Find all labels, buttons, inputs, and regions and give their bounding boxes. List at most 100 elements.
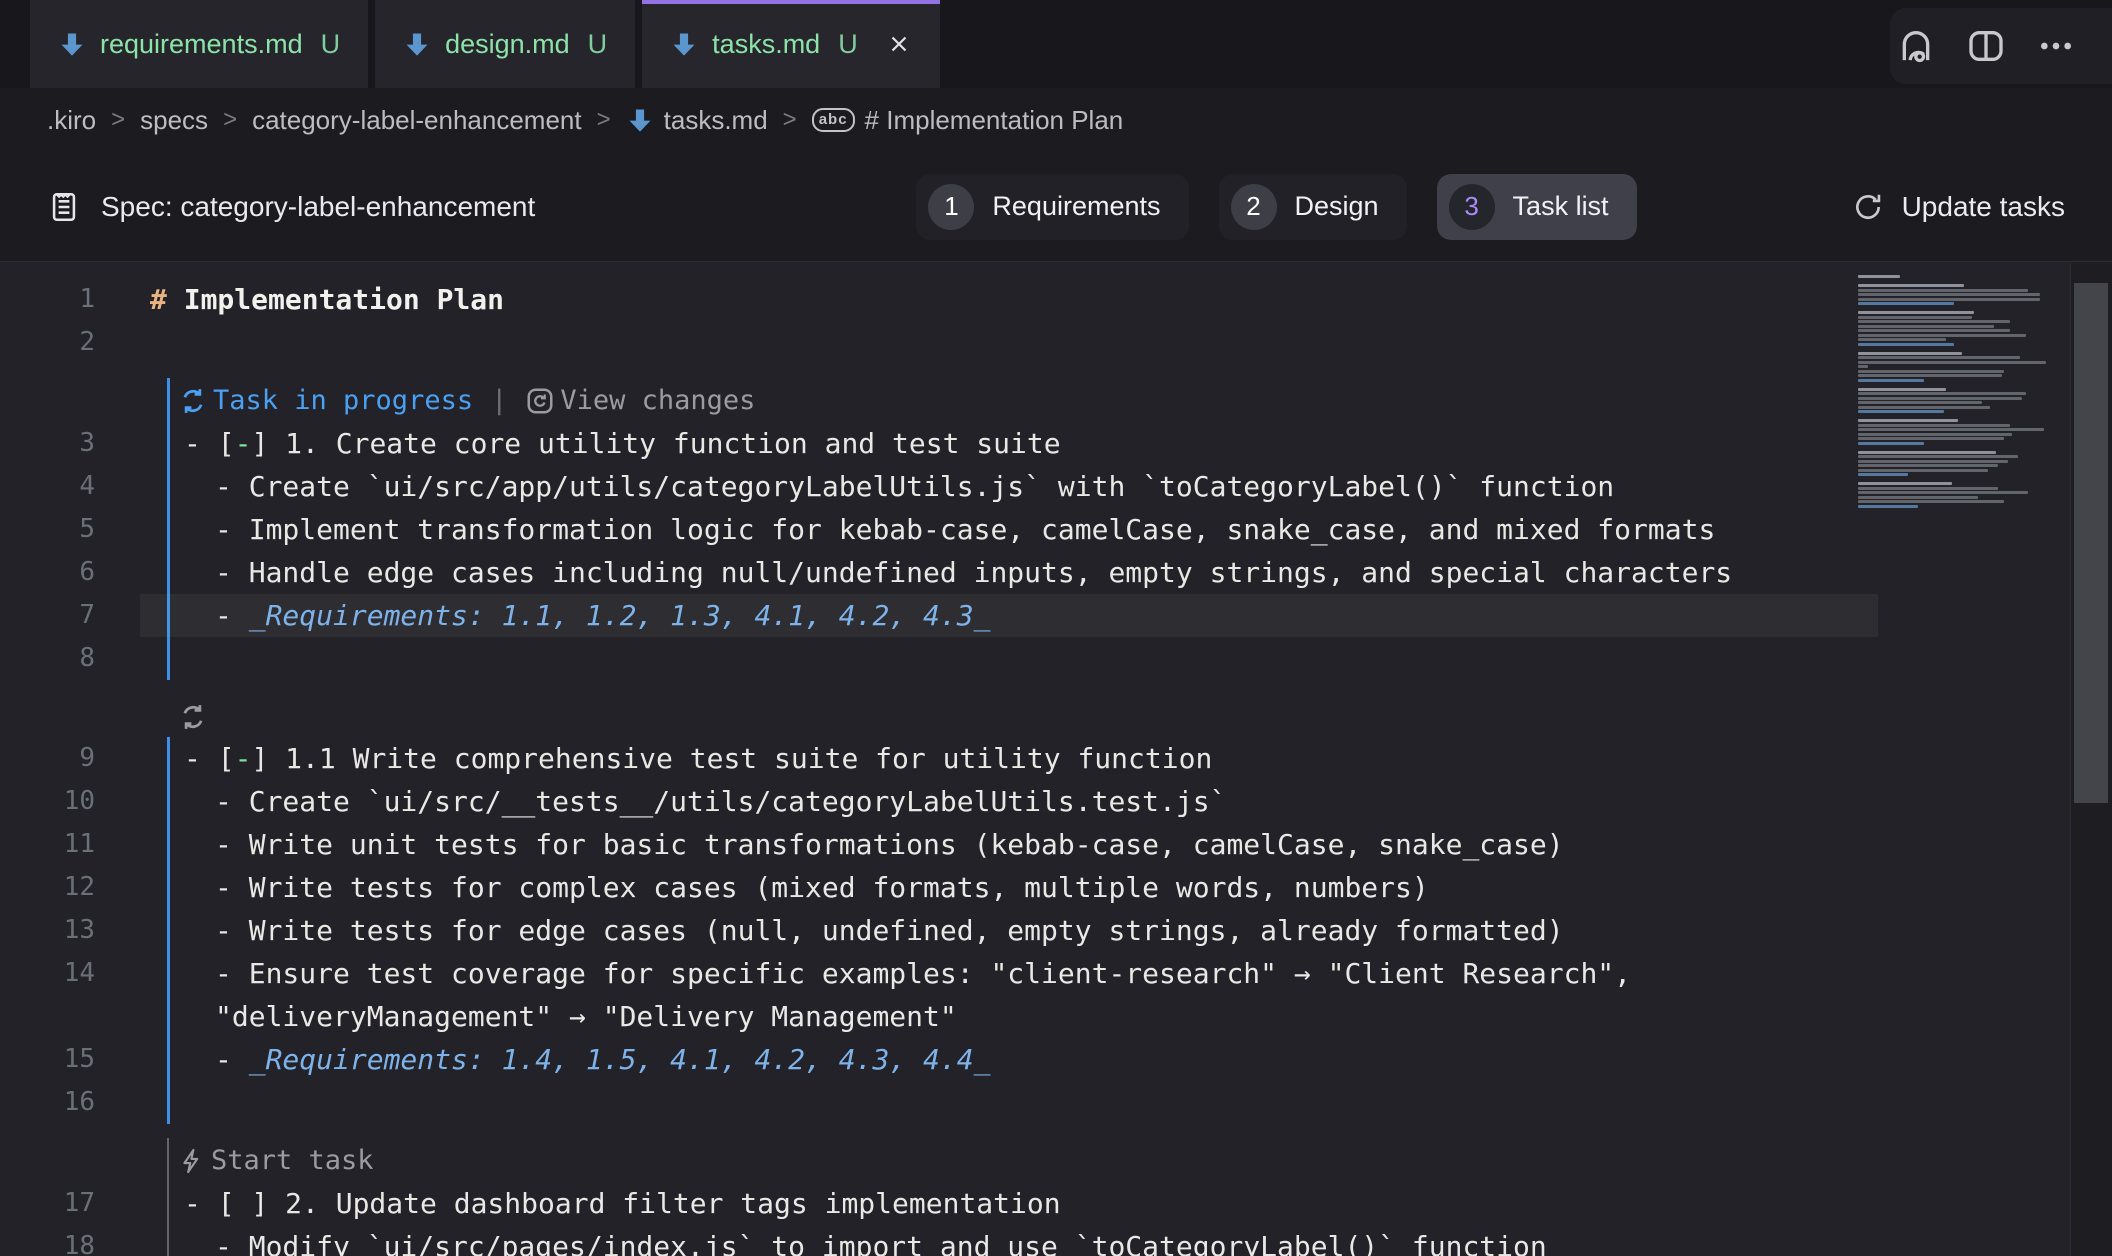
code-line-4[interactable]: 4- Create `ui/src/app/utils/categoryLabe…: [0, 465, 2112, 508]
spec-steps: 1Requirements 2 Design 3Task list: [916, 174, 1636, 240]
kiro-icon[interactable]: [1896, 26, 1936, 66]
line-number: 18: [0, 1225, 95, 1256]
code-text: - Create `ui/src/__tests__/utils/categor…: [215, 785, 1226, 818]
minimap-line: [1858, 473, 1908, 476]
code-line-2[interactable]: 2: [0, 321, 2112, 364]
minimap-line: [1858, 325, 1994, 328]
update-tasks-button[interactable]: Update tasks: [1852, 191, 2065, 223]
minimap-line: [1858, 311, 1974, 314]
minimap-line: [1858, 302, 1954, 305]
code-line-8[interactable]: 8: [0, 637, 2112, 680]
line-number: 10: [0, 780, 95, 823]
code-line-3[interactable]: 3- [-] 1. Create core utility function a…: [0, 422, 2112, 465]
code-text: -: [215, 1043, 249, 1076]
tab-tasks.md[interactable]: tasks.mdU: [642, 0, 940, 88]
markdown-icon: [58, 30, 86, 58]
line-number: 6: [0, 551, 95, 594]
code-line-9[interactable]: 9 - [-] 1.1 Write comprehensive test suit…: [0, 737, 2112, 780]
minimap-line: [1858, 505, 1918, 508]
code-line-5[interactable]: 5 - Implement transformation logic for ke…: [0, 508, 2112, 551]
code-line-6[interactable]: 6 - Handle edge cases including null/unde…: [0, 551, 2112, 594]
code-text: - Write tests for edge cases (null, unde…: [215, 914, 1564, 947]
code-text: -: [235, 742, 252, 775]
code-line-14[interactable]: 14- Ensure test coverage for specific ex…: [0, 952, 2112, 1038]
close-tab-icon[interactable]: [886, 31, 912, 57]
minimap-line: [1858, 298, 2040, 301]
line-number: 5: [0, 508, 95, 551]
minimap-line: [1858, 284, 1964, 287]
code-text: - Modify `ui/src/pages/index.js` to impo…: [215, 1230, 1547, 1256]
step-number: 2: [1231, 184, 1277, 230]
tab-requirements.md[interactable]: requirements.mdU: [30, 0, 368, 88]
code-line-18[interactable]: 18 - Modify `ui/src/pages/index.js` to im…: [0, 1225, 2112, 1256]
codelens-start-task[interactable]: Start task: [178, 1139, 374, 1182]
breadcrumb-item[interactable]: tasks.md: [626, 105, 768, 136]
minimap-line: [1858, 379, 1924, 382]
more-actions-icon[interactable]: [2036, 26, 2076, 66]
code-line-11[interactable]: 11- Write unit tests for basic transform…: [0, 823, 2112, 866]
codelens-row[interactable]: [0, 694, 2112, 737]
code-text: - Implement transformation logic for keb…: [215, 513, 1715, 546]
minimap-line: [1858, 455, 2018, 458]
minimap-line: [1858, 446, 2064, 451]
breadcrumb-separator: >: [111, 106, 125, 134]
minimap-line: [1858, 442, 1924, 445]
code-line-16[interactable]: 16: [0, 1081, 2112, 1124]
minimap-line: [1858, 320, 2010, 323]
minimap-line: [1858, 500, 2004, 503]
codelens-row[interactable]: Task in progress|View changes: [0, 378, 2112, 422]
minimap-line: [1858, 352, 1962, 355]
code-line-7[interactable]: 7- _Requirements: 1.1, 1.2, 1.3, 4.1, 4.…: [0, 594, 2112, 637]
code-text: _Requirements: 1.1, 1.2, 1.3, 4.1, 4.2, …: [249, 599, 991, 632]
line-number: 9: [0, 737, 95, 780]
minimap-line: [1858, 370, 2004, 373]
breadcrumb-item[interactable]: specs: [140, 105, 208, 136]
code-line-15[interactable]: 15- _Requirements: 1.4, 1.5, 4.1, 4.2, 4…: [0, 1038, 2112, 1081]
line-number: 16: [0, 1081, 95, 1124]
codelens-task-in-progress[interactable]: Task in progress: [178, 379, 473, 422]
line-number: 11: [0, 823, 95, 866]
minimap-line: [1858, 496, 1978, 499]
codelens-view-changes[interactable]: View changes: [525, 379, 755, 422]
tab-design.md[interactable]: design.mdU: [375, 0, 635, 88]
scrollbar-track[interactable]: [2070, 262, 2112, 1256]
code-text: -: [215, 599, 249, 632]
code-text: - Handle edge cases including null/undef…: [215, 556, 1732, 589]
editor-pane: 1# Implementation Plan2 Task in progress|…: [0, 262, 2112, 1256]
code-text: #: [150, 283, 167, 316]
code-line-12[interactable]: 12- Write tests for complex cases (mixed…: [0, 866, 2112, 909]
minimap-line: [1858, 401, 1982, 404]
editor-spacer: [0, 364, 2112, 378]
code-text: - [: [184, 742, 235, 775]
markdown-icon: [626, 106, 654, 134]
minimap[interactable]: [1858, 275, 2064, 509]
git-status-badge: U: [321, 29, 341, 60]
breadcrumb-separator: >: [223, 106, 237, 134]
kiro-ide-window: requirements.mdUdesign.mdUtasks.mdU .kir…: [0, 0, 2112, 1256]
update-tasks-label: Update tasks: [1902, 191, 2065, 223]
breadcrumb-item[interactable]: abc# Implementation Plan: [812, 105, 1124, 136]
scrollbar-thumb[interactable]: [2074, 283, 2108, 803]
code-line-1[interactable]: 1# Implementation Plan: [0, 278, 2112, 321]
minimap-line: [1858, 293, 2040, 296]
code-line-10[interactable]: 10 - Create `ui/src/__tests__/utils/categ…: [0, 780, 2112, 823]
minimap-line: [1858, 491, 2028, 494]
breadcrumb-item[interactable]: .kiro: [47, 105, 96, 136]
minimap-line: [1858, 437, 2004, 440]
step-number: 3: [1449, 184, 1495, 230]
breadcrumb-separator: >: [783, 106, 797, 134]
split-editor-icon[interactable]: [1966, 26, 2006, 66]
refresh-icon: [1852, 191, 1884, 223]
code-line-13[interactable]: 13- Write tests for edge cases (null, un…: [0, 909, 2112, 952]
code-text: ] 1.1 Write comprehensive test suite for…: [251, 742, 1212, 775]
step-label: Design: [1295, 191, 1379, 222]
minimap-line: [1858, 334, 2026, 337]
breadcrumb-item[interactable]: category-label-enhancement: [252, 105, 582, 136]
step-button-design[interactable]: 2 Design: [1219, 174, 1407, 240]
step-button-task-list[interactable]: 3Task list: [1437, 174, 1637, 240]
code-line-17[interactable]: 17- [ ] 2. Update dashboard filter tags …: [0, 1182, 2112, 1225]
task-status-icon[interactable]: [178, 702, 208, 732]
codelens-row[interactable]: Start task: [0, 1138, 2112, 1182]
step-button-requirements[interactable]: 1Requirements: [916, 174, 1188, 240]
minimap-line: [1858, 410, 1944, 413]
